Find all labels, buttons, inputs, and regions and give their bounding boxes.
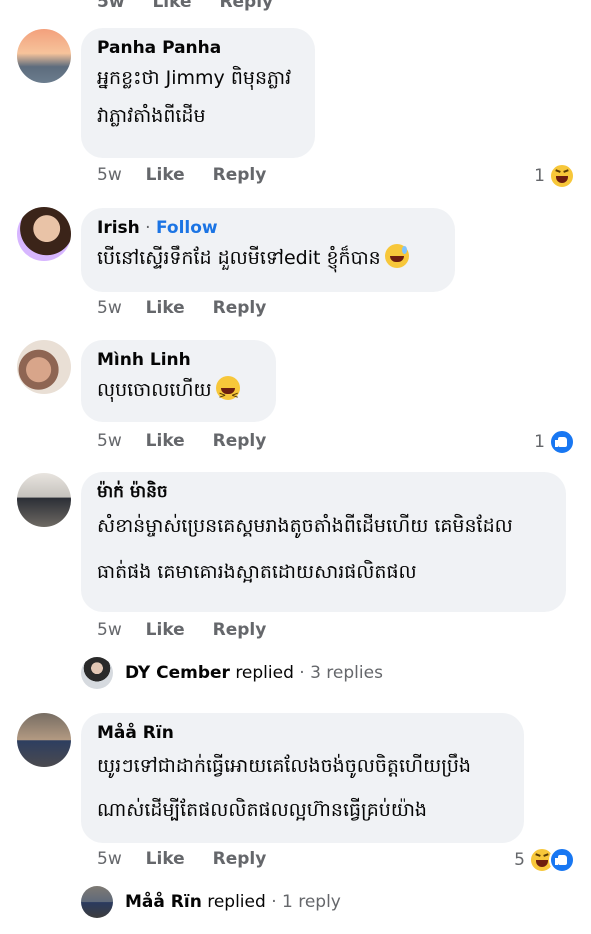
comment-actions: 5w Like Reply [97,849,266,869]
comment-author[interactable]: ម៉ាក់ ម៉ានិច [97,481,550,503]
reaction-count: 5 [514,850,525,870]
reply-link[interactable]: Reply [213,298,267,318]
comment-author[interactable]: Panha Panha [97,37,299,59]
comment-author[interactable]: Irish [97,218,140,238]
avatar[interactable] [17,473,71,527]
like-link[interactable]: Like [146,620,185,640]
reply-author: Måå Rïn [125,892,202,912]
comment-actions: 5w Like Reply [97,298,266,318]
reaction-summary[interactable]: 1 [534,429,575,455]
comment-text: លុបចោលហើយ [97,379,212,401]
comment-author-row: Irish · Follow [97,218,218,238]
time-label: 5w [97,0,125,12]
comment-bubble: Irish · Follow បើនៅស្ទើរទឹកដែ ដួលមីទៅedi… [81,208,455,292]
grinning-sweat-emoji-icon [384,244,409,268]
reply-link[interactable]: Reply [213,431,267,451]
reply-link[interactable]: Reply [213,620,267,640]
haha-icon [549,163,575,189]
replied-label: replied [235,663,294,683]
comment-actions: 5w Like Reply [97,165,266,185]
reply-link[interactable]: Reply [213,165,267,185]
comment-text: សំខាន់ម្ចាស់ប្រេនគេស្គមរាងតូចតាំងពីដើមហើ… [97,515,513,537]
comment-bubble: Mình Linh លុបចោលហើយ [81,340,276,422]
previous-comment-actions: 5w Like Reply [97,0,295,12]
reaction-summary[interactable]: 1 [534,163,575,189]
view-replies-link[interactable]: DY Cember replied · 3 replies [81,657,383,689]
comment-text: វាភ្លាវតាំងពីដើម [97,105,206,127]
like-icon [549,429,575,455]
reaction-summary[interactable]: 5 [514,847,575,873]
follow-button[interactable]: Follow [156,218,218,238]
comment-author[interactable]: Måå Rïn [97,722,508,744]
like-link[interactable]: Like [152,0,191,12]
reply-link[interactable]: Reply [219,0,273,12]
comment-actions: 5w Like Reply [97,620,266,640]
view-replies-link[interactable]: Måå Rïn replied · 1 reply [81,886,341,918]
comment-text: បើនៅស្ទើរទឹកដែ ដួលមីទៅedit ខ្ញុំក៏បាន [97,247,381,269]
comment-bubble: Måå Rïn យូរៗទៅជាដាក់ធ្វើអោយគេលែងចង់ចូលចិ… [81,713,524,843]
time-label: 5w [97,849,122,869]
avatar[interactable] [17,29,71,83]
time-label: 5w [97,620,122,640]
like-link[interactable]: Like [146,849,185,869]
comment-text: ធាត់ផង គេមាគោរងស្អាតដោយសារផលិតផល [97,561,417,583]
avatar [81,657,113,689]
comment-text-row: បើនៅស្ទើរទឹកដែ ដួលមីទៅedit ខ្ញុំក៏បាន [97,239,439,277]
reaction-count: 1 [534,432,545,452]
reply-link[interactable]: Reply [213,849,267,869]
replies-summary: Måå Rïn replied · 1 reply [125,892,341,912]
like-icon [549,847,575,873]
like-link[interactable]: Like [146,431,185,451]
comment-text: ណាស់ដើម្បីតែផលលិតផលល្អហ៊ានធ្វើគ្រប់យ៉ាង [97,799,427,821]
reaction-count: 1 [534,166,545,186]
time-label: 5w [97,431,122,451]
time-label: 5w [97,298,122,318]
avatar[interactable] [17,713,71,767]
avatar[interactable] [17,340,71,394]
comment-text: យូរៗទៅជាដាក់ធ្វើអោយគេលែងចង់ចូលចិត្តហើយប្… [97,755,471,777]
replies-summary: DY Cember replied · 3 replies [125,663,383,683]
replied-label: replied [207,892,266,912]
comment-bubble: ម៉ាក់ ម៉ានិច សំខាន់ម្ចាស់ប្រេនគេស្គមរាងត… [81,472,566,612]
comment-text-row: លុបចោលហើយ [97,371,260,415]
like-link[interactable]: Like [146,298,185,318]
reply-count: · 3 replies [299,663,383,683]
comment-bubble: Panha Panha អ្នកខ្លះថា Jimmy ពិមុនភ្លាវ … [81,28,315,158]
comment-text: អ្នកខ្លះថា Jimmy ពិមុនភ្លាវ [97,67,292,89]
comment-actions: 5w Like Reply [97,431,266,451]
avatar[interactable] [17,207,71,261]
comment-author[interactable]: Mình Linh [97,349,260,371]
laughing-emoji-icon [215,376,244,415]
reply-count: · 1 reply [271,892,341,912]
time-label: 5w [97,165,122,185]
reply-author: DY Cember [125,663,230,683]
avatar [81,886,113,918]
like-link[interactable]: Like [146,165,185,185]
